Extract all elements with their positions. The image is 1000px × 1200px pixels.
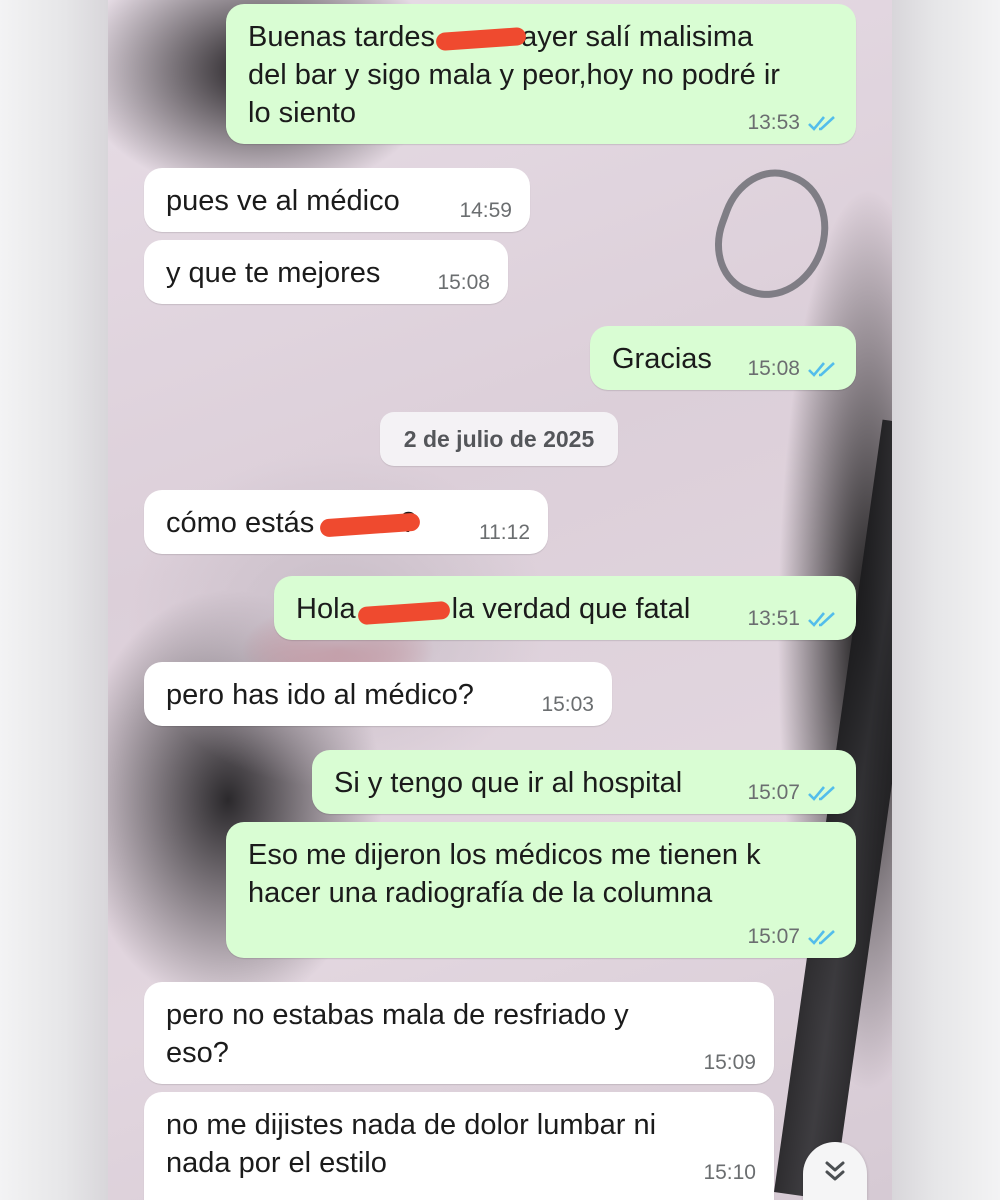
message-bubble-outgoing[interactable]: Buenas tardes ayer salí malisima del bar… (226, 4, 856, 144)
scroll-to-bottom-button[interactable] (803, 1142, 867, 1200)
message-bubble-outgoing[interactable]: Gracias 15:08 (590, 326, 856, 390)
message-meta: 15:07 (747, 924, 838, 950)
message-time: 13:51 (747, 607, 800, 630)
double-check-read-icon (808, 786, 835, 801)
message-meta: 13:51 (747, 606, 838, 632)
message-meta: 11:12 (479, 520, 530, 546)
message-meta: 14:59 (459, 198, 512, 224)
wallpaper-earring (699, 155, 846, 314)
message-meta: 15:07 (747, 780, 838, 806)
message-bubble-incoming[interactable]: pero no estabas mala de resfriado y eso?… (144, 982, 774, 1084)
message-time: 11:12 (479, 521, 530, 544)
message-text: pero no estabas mala de resfriado y eso? (166, 999, 629, 1069)
chevron-double-down-icon (825, 1161, 845, 1181)
left-margin (0, 0, 108, 1200)
message-bubble-outgoing[interactable]: Hola la verdad que fatal 13:51 (274, 576, 856, 640)
message-time: 15:07 (747, 925, 800, 948)
double-check-read-icon (808, 362, 835, 377)
message-meta: 13:53 (747, 110, 838, 136)
message-bubble-outgoing[interactable]: Eso me dijeron los médicos me tienen k h… (226, 822, 856, 958)
message-time: 15:10 (703, 1161, 756, 1184)
message-time: 15:08 (747, 357, 800, 380)
message-meta: 15:08 (747, 356, 838, 382)
message-text: pues ve al médico (166, 185, 400, 217)
message-meta: 15:08 (437, 270, 490, 296)
message-time: 15:03 (541, 693, 594, 716)
message-text: no me dijistes nada de dolor lumbar ni n… (166, 1109, 657, 1179)
date-separator: 2 de julio de 2025 (380, 412, 618, 466)
message-bubble-incoming[interactable]: no me dijistes nada de dolor lumbar ni n… (144, 1092, 774, 1200)
message-time: 15:09 (703, 1051, 756, 1074)
message-bubble-incoming[interactable]: cómo estás? 11:12 (144, 490, 548, 554)
message-text: Buenas tardes ayer salí malisima del bar… (248, 21, 780, 129)
message-time: 14:59 (459, 199, 512, 222)
message-text: pero has ido al médico? (166, 679, 474, 711)
message-time: 15:08 (437, 271, 490, 294)
message-text: Eso me dijeron los médicos me tienen k h… (248, 839, 761, 909)
message-bubble-incoming[interactable]: pero has ido al médico? 15:03 (144, 662, 612, 726)
message-time: 13:53 (747, 111, 800, 134)
message-meta: 15:03 (541, 692, 594, 718)
right-margin (892, 0, 1000, 1200)
message-meta: 15:09 (703, 1050, 756, 1076)
message-bubble-incoming[interactable]: y que te mejores 15:08 (144, 240, 508, 304)
message-meta: 15:10 (703, 1160, 756, 1186)
double-check-read-icon (808, 116, 835, 131)
message-bubble-outgoing[interactable]: Si y tengo que ir al hospital 15:07 (312, 750, 856, 814)
double-check-read-icon (808, 612, 835, 627)
message-time: 15:07 (747, 781, 800, 804)
double-check-read-icon (808, 930, 835, 945)
chat-area[interactable]: Buenas tardes ayer salí malisima del bar… (108, 0, 892, 1200)
message-bubble-incoming[interactable]: pues ve al médico 14:59 (144, 168, 530, 232)
